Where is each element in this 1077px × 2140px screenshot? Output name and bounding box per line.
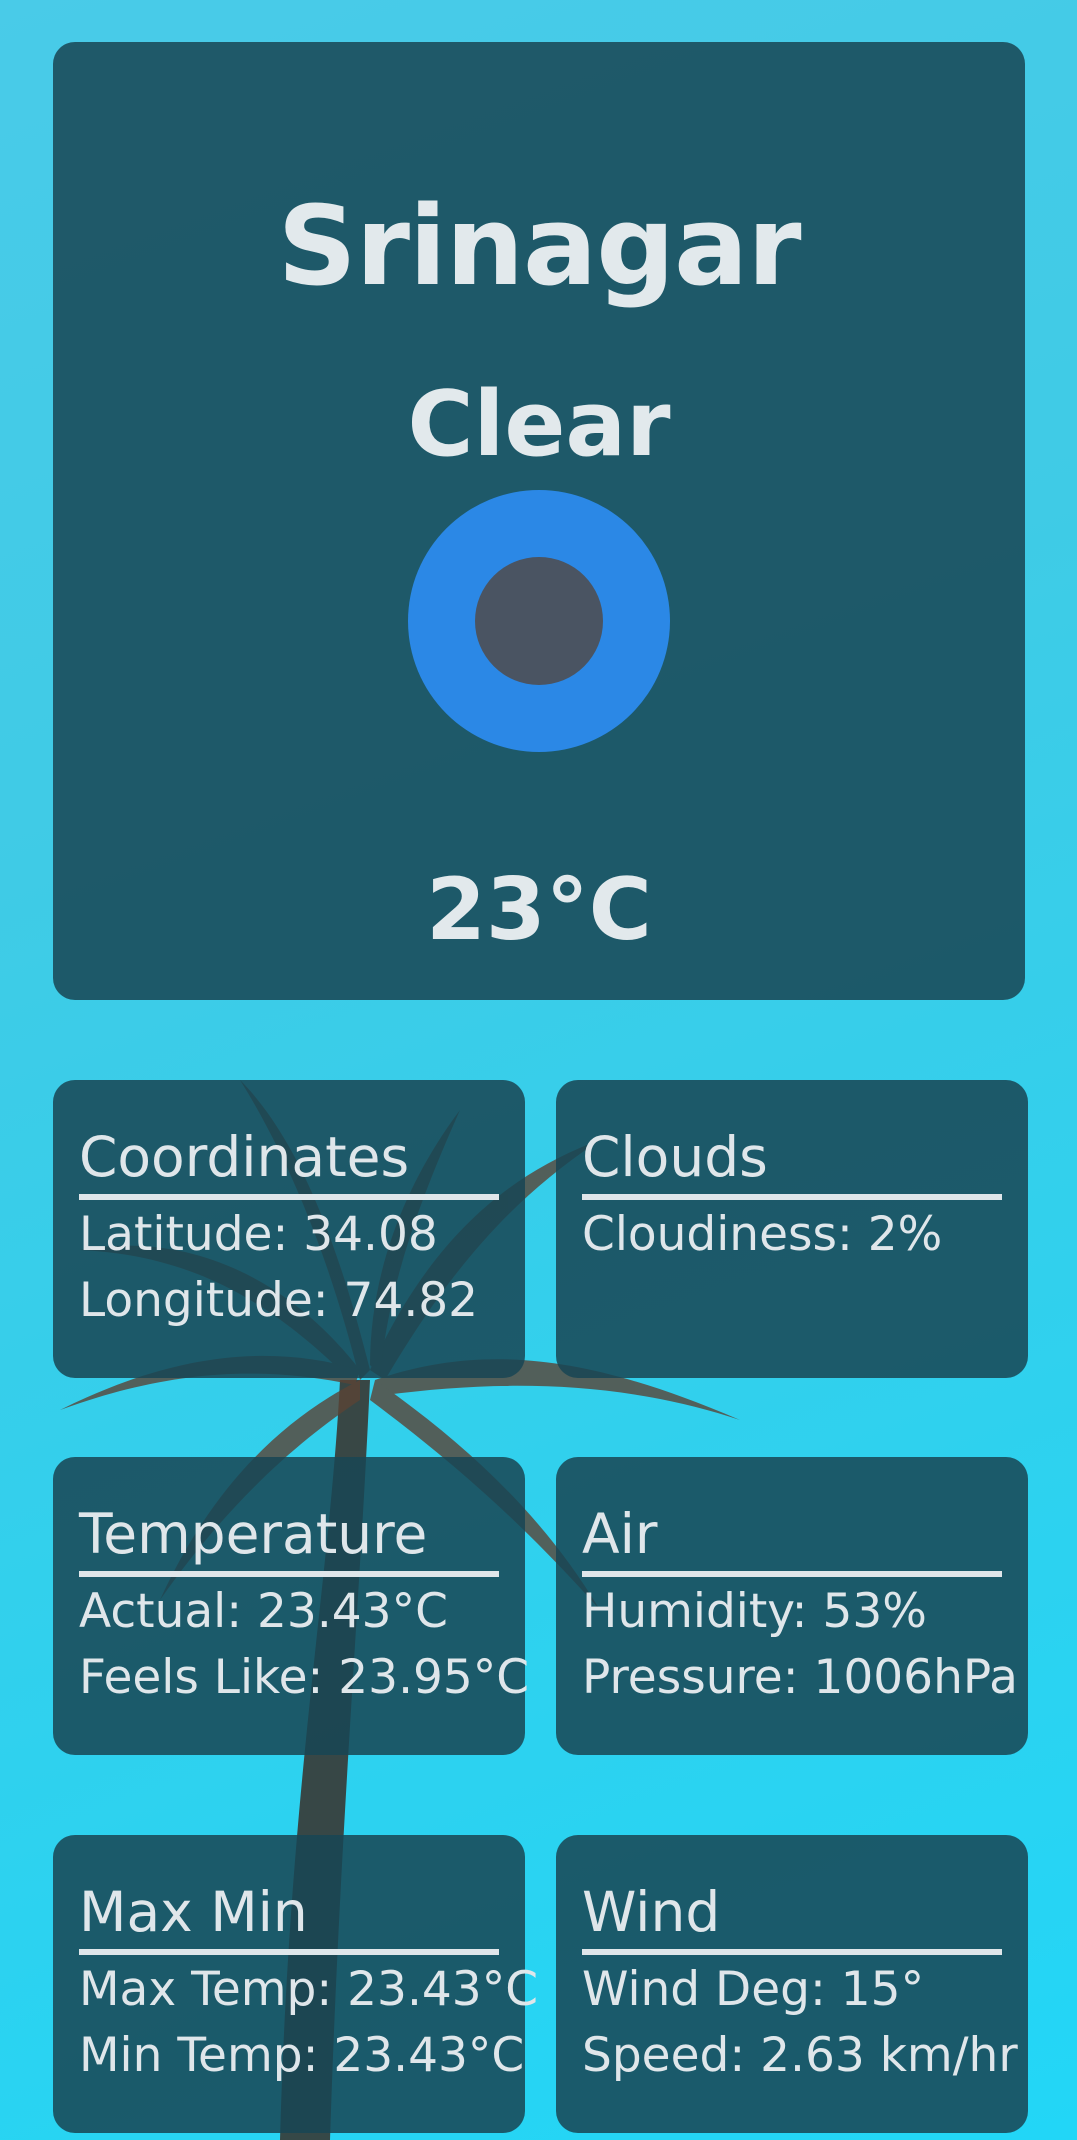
current-weather-card: Srinagar Clear 23°C bbox=[53, 42, 1025, 1000]
feels-like-text: Feels Like: 23.95°C bbox=[79, 1650, 530, 1705]
pressure-text: Pressure: 1006hPa bbox=[582, 1650, 1018, 1705]
humidity-text: Humidity: 53% bbox=[582, 1584, 927, 1639]
wind-title: Wind bbox=[582, 1879, 1002, 1955]
actual-temperature-text: Actual: 23.43°C bbox=[79, 1584, 448, 1639]
air-card: Air Humidity: 53% Pressure: 1006hPa bbox=[556, 1457, 1028, 1755]
air-title: Air bbox=[582, 1501, 1002, 1577]
current-temperature: 23°C bbox=[426, 860, 652, 960]
latitude-text: Latitude: 34.08 bbox=[79, 1207, 438, 1262]
min-temp-text: Min Temp: 23.43°C bbox=[79, 2028, 525, 2083]
weather-clear-icon bbox=[408, 490, 670, 752]
weather-condition: Clear bbox=[407, 372, 671, 477]
longitude-text: Longitude: 74.82 bbox=[79, 1273, 479, 1328]
max-temp-text: Max Temp: 23.43°C bbox=[79, 1962, 539, 2017]
coordinates-card: Coordinates Latitude: 34.08 Longitude: 7… bbox=[53, 1080, 525, 1378]
clouds-card: Clouds Cloudiness: 2% bbox=[556, 1080, 1028, 1378]
clouds-title: Clouds bbox=[582, 1124, 1002, 1200]
weather-icon-center bbox=[475, 557, 603, 685]
cloudiness-text: Cloudiness: 2% bbox=[582, 1207, 943, 1262]
temperature-title: Temperature bbox=[79, 1501, 499, 1577]
temperature-card: Temperature Actual: 23.43°C Feels Like: … bbox=[53, 1457, 530, 1755]
max-min-title: Max Min bbox=[79, 1879, 499, 1955]
wind-speed-text: Speed: 2.63 km/hr bbox=[582, 2028, 1018, 2083]
max-min-card: Max Min Max Temp: 23.43°C Min Temp: 23.4… bbox=[53, 1835, 539, 2133]
wind-degree-text: Wind Deg: 15° bbox=[582, 1962, 925, 2017]
wind-card: Wind Wind Deg: 15° Speed: 2.63 km/hr bbox=[556, 1835, 1028, 2133]
city-name: Srinagar bbox=[277, 182, 802, 310]
coordinates-title: Coordinates bbox=[79, 1124, 499, 1200]
